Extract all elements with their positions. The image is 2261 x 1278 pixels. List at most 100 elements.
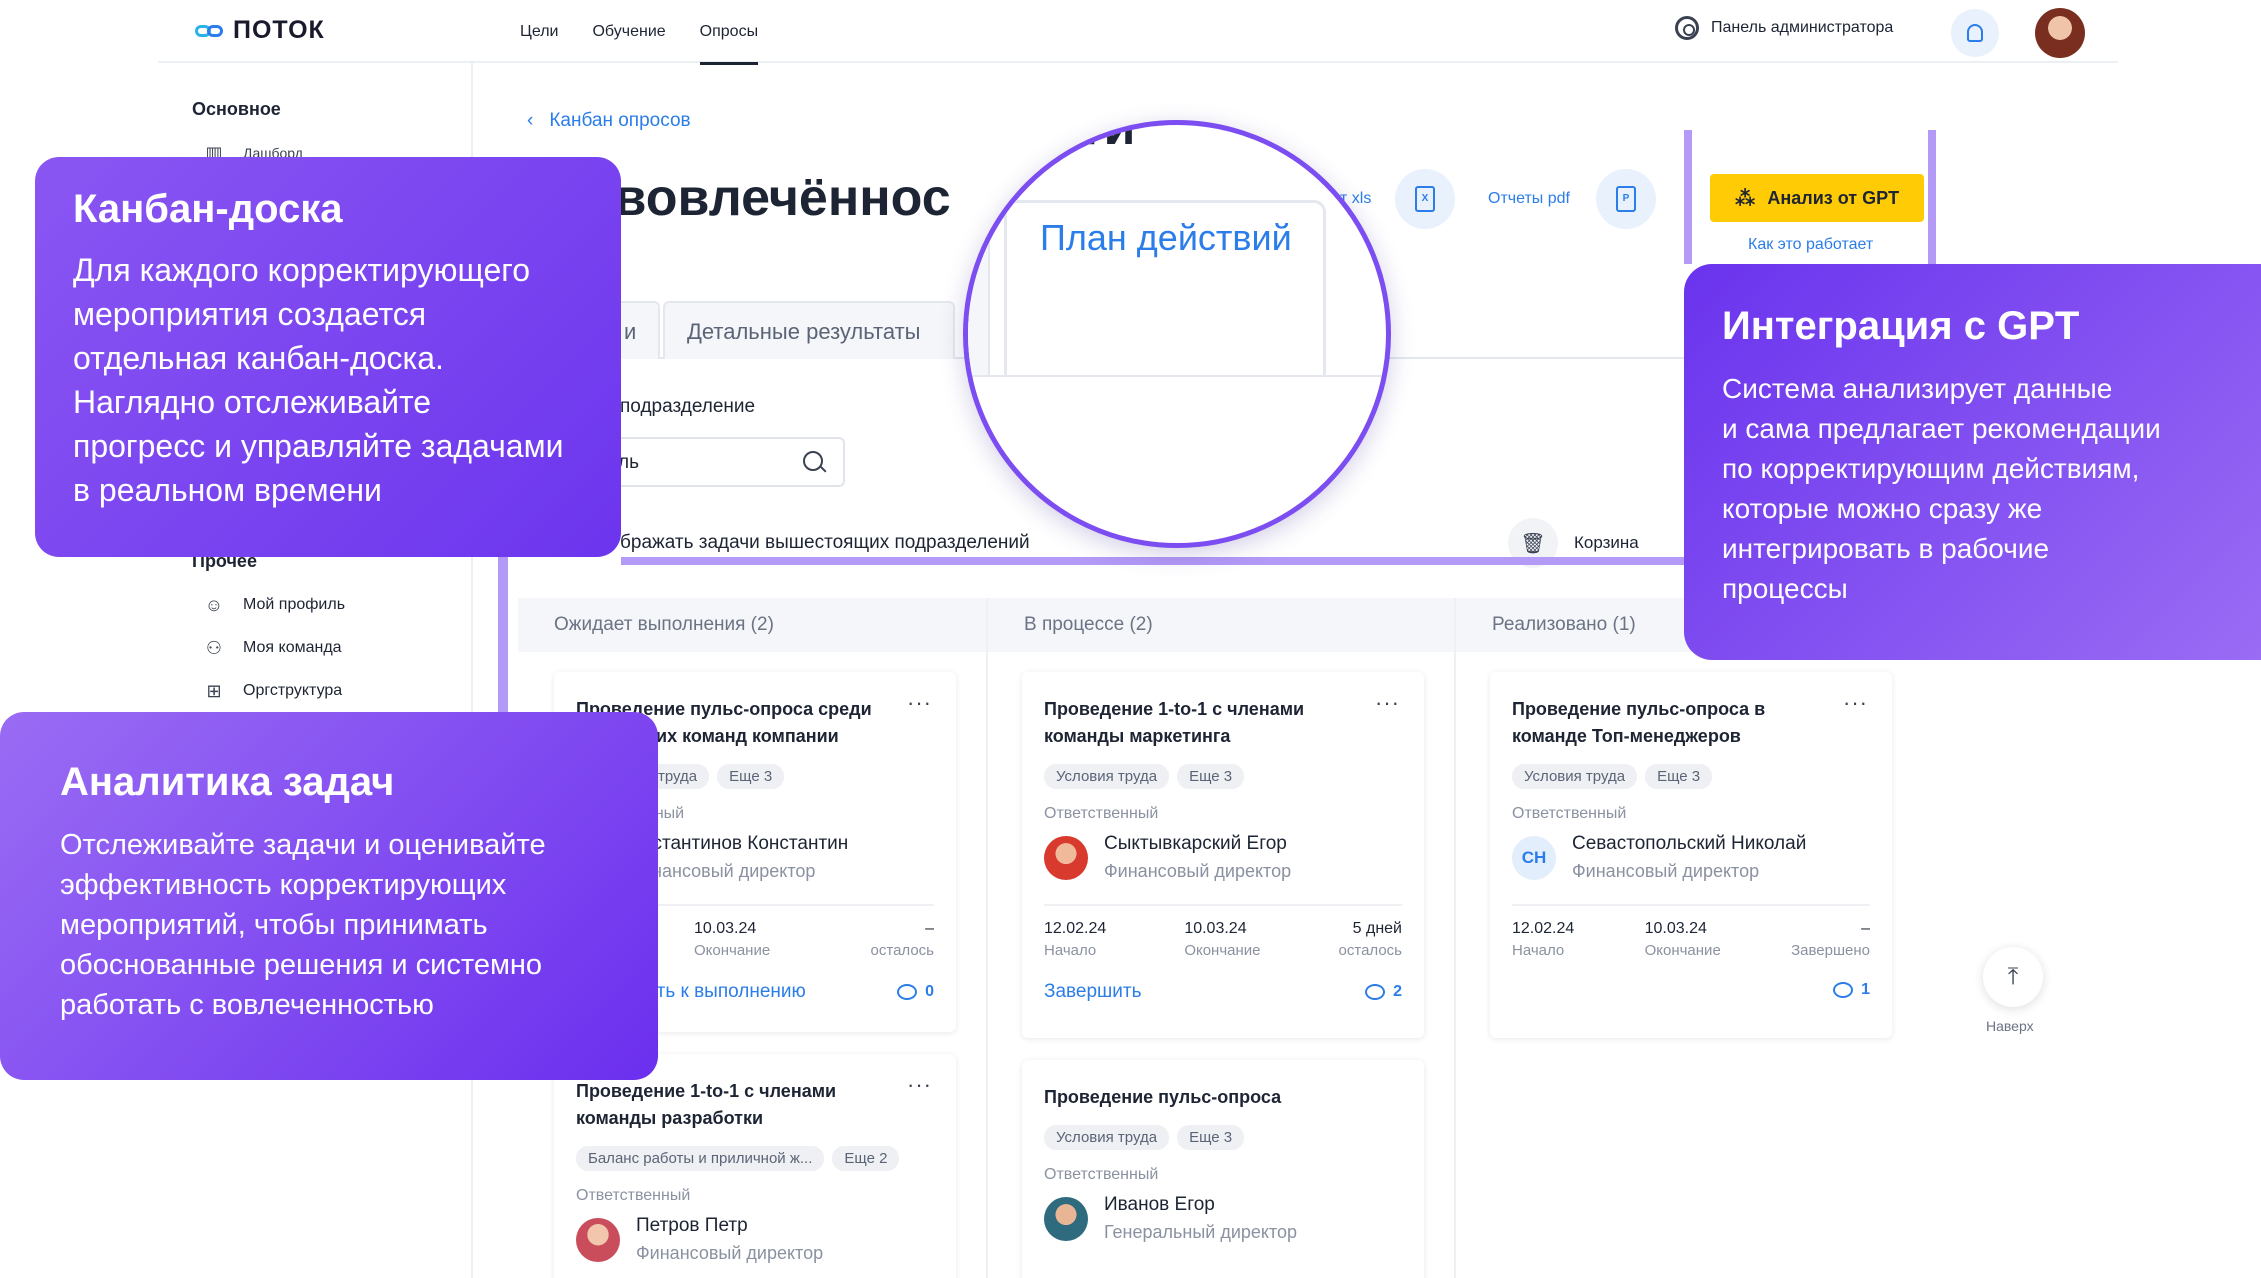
task-card[interactable]: Проведение пульс-опроса Условия труда Ещ…	[1022, 1060, 1424, 1278]
more-icon[interactable]: ···	[1375, 690, 1400, 716]
sidebar-section-main: Основное	[192, 99, 281, 119]
admin-panel-link[interactable]: Панель администратора	[1675, 16, 1893, 40]
tag: Еще 2	[832, 1146, 900, 1171]
back-link[interactable]: ‹ Канбан опросов	[527, 110, 691, 132]
sidebar-item-team[interactable]: ⚇ Моя команда	[203, 637, 342, 659]
xls-file-icon: X	[1415, 186, 1435, 212]
card-footer: 1	[1512, 981, 1870, 999]
card-title: Проведение пульс-опроса в команде Топ-ме…	[1512, 696, 1842, 750]
gpt-analysis-button[interactable]: ⁂ Анализ от GPT	[1710, 174, 1924, 222]
tag: Условия труда	[1044, 764, 1170, 789]
comments-count: 0	[925, 983, 934, 1000]
comments-count: 1	[1861, 981, 1870, 998]
tab-detailed-results[interactable]: Детальные результаты	[663, 301, 955, 359]
card-footer: Завершить 2	[1044, 981, 1402, 1003]
card-assignee: Петров Петр Финансовый директор	[576, 1215, 934, 1264]
task-card[interactable]: Проведение пульс-опроса в команде Топ-ме…	[1490, 672, 1892, 1038]
column-header-pending: Ожидает выполнения (2)	[518, 598, 986, 652]
comment-icon	[1365, 984, 1386, 1000]
card-divider	[1044, 904, 1402, 906]
comment-icon	[1833, 982, 1854, 998]
assignee-name: Петров Петр	[636, 1215, 748, 1236]
tag: Условия труда	[1044, 1125, 1170, 1150]
panel-text: Для каждого корректирующего мероприятия …	[73, 252, 564, 508]
assignee-role: инансовый директор	[642, 861, 816, 881]
end-date: 10.03.24 Окончание	[1184, 920, 1261, 959]
user-avatar[interactable]	[2035, 8, 2085, 58]
scroll-to-top-button[interactable]: ⤒	[1983, 947, 2043, 1007]
arrow-up-icon: ⤒	[2007, 963, 2019, 990]
remaining: – осталось	[870, 920, 934, 959]
sidebar-item-profile[interactable]: ☺ Мой профиль	[203, 594, 345, 616]
logo-text: ПОТОК	[233, 16, 325, 44]
assignee-role: Генеральный директор	[1104, 1222, 1298, 1242]
gear-icon	[1675, 16, 1699, 40]
complete-task-button[interactable]: Завершить	[1044, 981, 1142, 1003]
gpt-info-panel: Интеграция с GPT Система анализирует дан…	[1684, 264, 2261, 660]
end-date: 10.03.24 Окончание	[694, 920, 771, 959]
highlight-frame	[1684, 130, 1692, 264]
sidebar-item-orgstructure[interactable]: ⊞ Оргструктура	[203, 680, 342, 702]
nav-learning[interactable]: Обучение	[592, 0, 665, 63]
responsible-label: Ответственный	[1044, 805, 1159, 822]
more-icon[interactable]: ···	[907, 690, 932, 716]
department-search-input[interactable]: ль	[590, 437, 845, 487]
card-title-line: Проведение пульс-опроса в	[1512, 699, 1766, 719]
card-tags: Условия труда Еще 3	[1044, 1125, 1402, 1150]
task-card[interactable]: Проведение 1-to-1 с членами команды марк…	[1022, 672, 1424, 1038]
comments-counter[interactable]: 1	[1833, 981, 1870, 999]
card-title: Проведение 1-to-1 с членами команды разр…	[576, 1078, 906, 1132]
tag: Еще 3	[1177, 1125, 1245, 1150]
start-task-button[interactable]: ить к выполнению	[646, 981, 806, 1003]
scroll-to-top-label: Наверх	[1986, 1018, 2034, 1034]
assignee-avatar	[576, 1217, 620, 1262]
gpt-analysis-label: Анализ от GPT	[1767, 187, 1900, 208]
card-title-line: Проведение 1-to-1 с членами	[576, 1081, 837, 1101]
highlight-frame	[621, 557, 1684, 565]
card-tags: Баланс работы и приличной ж... Еще 2	[576, 1146, 934, 1171]
card-tags: Условия труда Еще 3	[1512, 764, 1870, 789]
card-title-line: команды разработки	[576, 1108, 764, 1128]
logo[interactable]: ПОТОК	[195, 16, 325, 45]
org-structure-icon: ⊞	[206, 680, 222, 701]
assignee-avatar	[1044, 835, 1088, 880]
panel-title: Канбан-доска	[73, 187, 343, 231]
card-tags: Условия труда Еще 3	[1044, 764, 1402, 789]
highlight-frame	[1928, 130, 1936, 264]
end-date: 10.03.24 Окончание	[1644, 920, 1721, 959]
export-xls-button[interactable]: X	[1395, 169, 1455, 229]
tag: Баланс работы и приличной ж...	[576, 1146, 825, 1171]
nav-surveys[interactable]: Опросы	[699, 0, 759, 65]
assignee-role: Финансовый директор	[1572, 861, 1760, 881]
card-assignee: Иванов Егор Генеральный директор	[1044, 1194, 1402, 1243]
task-card[interactable]: Проведение 1-to-1 с членами команды разр…	[554, 1054, 956, 1278]
gpt-how-link[interactable]: Как это работает	[1748, 236, 1873, 254]
more-icon[interactable]: ···	[907, 1072, 932, 1098]
bell-icon	[1967, 24, 1983, 42]
show-parent-tasks-label[interactable]: бражать задачи вышестоящих подразделений	[620, 532, 1030, 554]
assignee-name: Сыктывкарский Егор	[1104, 833, 1287, 854]
notifications-button[interactable]	[1951, 9, 1999, 57]
export-pdf-link[interactable]: Отчеты pdf	[1488, 190, 1570, 208]
comment-icon	[897, 984, 918, 1000]
comments-counter[interactable]: 0	[897, 983, 934, 1001]
sidebar-item-label: Моя команда	[243, 639, 342, 656]
status: – Завершено	[1791, 920, 1870, 959]
trash-label[interactable]: Корзина	[1574, 533, 1639, 553]
comments-counter[interactable]: 2	[1365, 983, 1402, 1001]
nav-goals[interactable]: Цели	[520, 0, 558, 63]
assignee-name: нстантинов Константин	[642, 833, 849, 854]
chevron-left-icon: ‹	[527, 110, 534, 131]
magnified-tab-edge	[968, 215, 990, 375]
card-title-line: команды маркетинга	[1044, 726, 1231, 746]
card-title-line: Проведение 1-to-1 с членами	[1044, 699, 1305, 719]
responsible-label: Ответственный	[1512, 805, 1627, 822]
responsible-label: Ответственный	[1044, 1166, 1159, 1183]
magnified-tabs-divider	[968, 375, 1386, 377]
sidebar-item-label: Оргструктура	[243, 682, 343, 699]
export-pdf-button[interactable]: P	[1596, 169, 1656, 229]
top-header: ПОТОК Цели Обучение Опросы Панель админи…	[158, 0, 2118, 65]
more-icon[interactable]: ···	[1843, 690, 1868, 716]
assignee-initials: СН	[1512, 835, 1556, 880]
kanban-info-panel: Канбан-доска Для каждого корректирующего…	[35, 157, 621, 557]
